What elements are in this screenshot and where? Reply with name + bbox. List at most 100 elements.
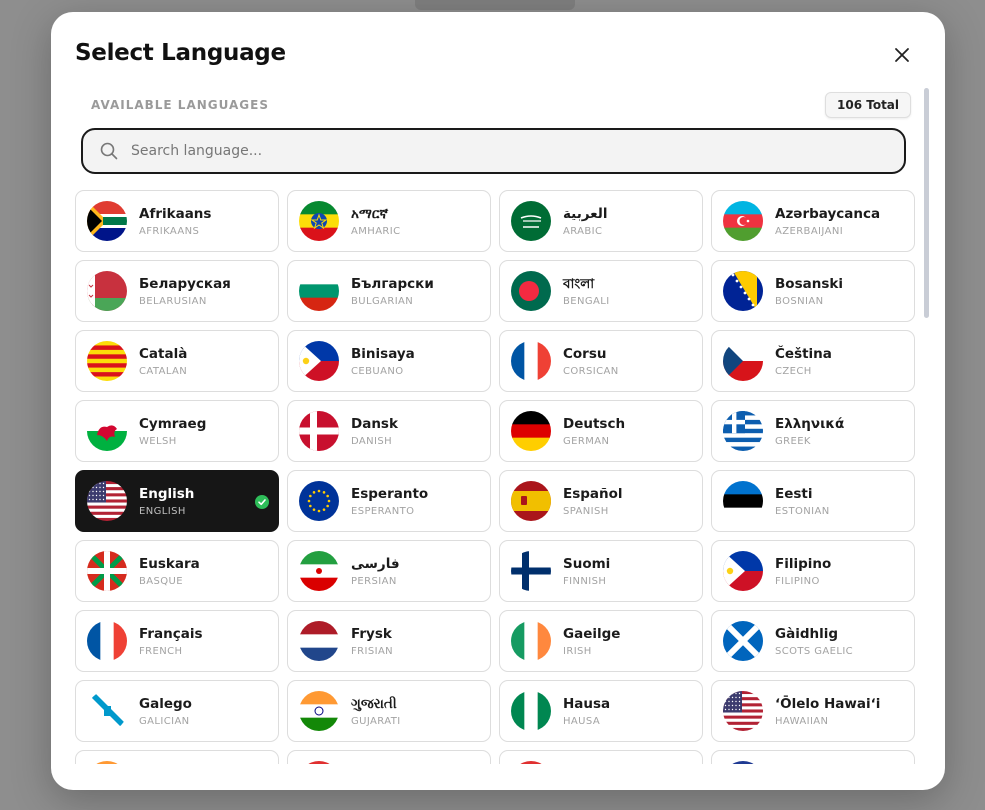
language-card[interactable]: Corsu CORSICAN (499, 330, 703, 392)
language-native-name: Binisaya (351, 345, 415, 362)
language-english-name: ENGLISH (139, 505, 186, 517)
language-native-name: Dansk (351, 415, 398, 432)
total-count-badge: 106 Total (825, 92, 912, 118)
language-native-name: ʻŌlelo Hawaiʻi (775, 695, 881, 712)
language-native-name: Galego (139, 695, 192, 712)
flag-icon (723, 481, 763, 521)
language-english-name: HAUSA (563, 715, 601, 727)
search-icon (99, 141, 119, 161)
language-card[interactable]: English ENGLISH (75, 470, 279, 532)
flag-icon (723, 551, 763, 591)
language-english-name: BOSNIAN (775, 295, 824, 307)
flag-icon (299, 691, 339, 731)
language-card[interactable]: Galego GALICIAN (75, 680, 279, 742)
scrollbar-thumb[interactable] (924, 88, 929, 318)
language-card[interactable]: Frysk FRISIAN (287, 610, 491, 672)
search-box[interactable] (81, 128, 906, 174)
flag-icon (723, 411, 763, 451)
language-card[interactable]: Dansk DANISH (287, 400, 491, 462)
language-card[interactable]: Binisaya CEBUANO (287, 330, 491, 392)
language-card[interactable]: Gàidhlig SCOTS GAELIC (711, 610, 915, 672)
language-card[interactable]: Azərbaycanca AZERBAIJANI (711, 190, 915, 252)
language-card[interactable]: ʻŌlelo Hawaiʻi HAWAIIAN (711, 680, 915, 742)
language-card[interactable]: Español SPANISH (499, 470, 703, 532)
language-english-name: CEBUANO (351, 365, 404, 377)
flag-icon (299, 481, 339, 521)
flag-icon (87, 551, 127, 591)
language-english-name: IRISH (563, 645, 592, 657)
language-card[interactable]: Hausa HAUSA (499, 680, 703, 742)
language-native-name: አማርኛ (351, 205, 388, 222)
language-native-name: Ελληνικά (775, 415, 845, 432)
search-input[interactable] (129, 142, 904, 160)
language-english-name: HAWAIIAN (775, 715, 829, 727)
flag-icon (511, 551, 551, 591)
language-card[interactable] (711, 750, 915, 764)
language-native-name: Français (139, 625, 203, 642)
language-english-name: PERSIAN (351, 575, 397, 587)
language-card[interactable]: Gaeilge IRISH (499, 610, 703, 672)
language-native-name: Deutsch (563, 415, 626, 432)
language-english-name: FINNISH (563, 575, 607, 587)
language-english-name: BASQUE (139, 575, 183, 587)
flag-icon (299, 271, 339, 311)
language-native-name: English (139, 485, 195, 502)
language-native-name: Български (351, 275, 434, 292)
language-english-name: SCOTS GAELIC (775, 645, 854, 657)
language-card[interactable]: العربية ARABIC (499, 190, 703, 252)
language-card[interactable]: فارسی PERSIAN (287, 540, 491, 602)
language-card[interactable]: Български BULGARIAN (287, 260, 491, 322)
language-english-name: WELSH (139, 435, 177, 447)
flag-icon (511, 341, 551, 381)
flag-icon (511, 761, 551, 764)
language-card[interactable]: Filipino FILIPINO (711, 540, 915, 602)
language-english-name: ARABIC (563, 225, 603, 237)
language-card[interactable]: Deutsch GERMAN (499, 400, 703, 462)
flag-icon (723, 761, 763, 764)
flag-icon (723, 621, 763, 661)
language-card[interactable]: हिन्दी (75, 750, 279, 764)
language-card[interactable]: ગુજરાતી GUJARATI (287, 680, 491, 742)
section-label: AVAILABLE LANGUAGES (91, 98, 269, 112)
language-card[interactable] (499, 750, 703, 764)
language-english-name: CZECH (775, 365, 812, 377)
language-card[interactable]: Euskara BASQUE (75, 540, 279, 602)
language-card[interactable]: Français FRENCH (75, 610, 279, 672)
language-native-name: Eesti (775, 485, 813, 502)
language-card[interactable]: Cymraeg WELSH (75, 400, 279, 462)
language-card[interactable]: Ελληνικά GREEK (711, 400, 915, 462)
flag-icon (299, 341, 339, 381)
language-english-name: GUJARATI (351, 715, 401, 727)
flag-icon (87, 411, 127, 451)
flag-icon (299, 411, 339, 451)
language-native-name: ગુજરાતી (351, 695, 397, 712)
language-card[interactable]: አማርኛ AMHARIC (287, 190, 491, 252)
language-card[interactable]: Беларуская BELARUSIAN (75, 260, 279, 322)
language-card[interactable]: Čeština CZECH (711, 330, 915, 392)
language-card[interactable]: Eesti ESTONIAN (711, 470, 915, 532)
backdrop (415, 0, 575, 10)
flag-icon (723, 341, 763, 381)
language-card[interactable]: Català CATALAN (75, 330, 279, 392)
flag-icon (87, 271, 127, 311)
language-native-name: Suomi (563, 555, 611, 572)
close-button[interactable] (889, 42, 915, 68)
language-card[interactable]: Esperanto ESPERANTO (287, 470, 491, 532)
language-english-name: AMHARIC (351, 225, 401, 237)
language-modal: Select Language AVAILABLE LANGUAGES 106 … (51, 12, 945, 790)
language-card[interactable]: বাংলা BENGALI (499, 260, 703, 322)
language-card[interactable] (287, 750, 491, 764)
language-english-name: CORSICAN (563, 365, 619, 377)
flag-icon (87, 761, 127, 764)
language-card[interactable]: Bosanski BOSNIAN (711, 260, 915, 322)
flag-icon (87, 481, 127, 521)
check-icon (255, 495, 269, 509)
language-native-name: Gàidhlig (775, 625, 839, 642)
language-native-name: Afrikaans (139, 205, 212, 222)
language-card[interactable]: Afrikaans AFRIKAANS (75, 190, 279, 252)
language-native-name: Español (563, 485, 623, 502)
language-card[interactable]: Suomi FINNISH (499, 540, 703, 602)
language-english-name: FRISIAN (351, 645, 394, 657)
flag-icon (87, 201, 127, 241)
language-native-name: Čeština (775, 345, 832, 362)
